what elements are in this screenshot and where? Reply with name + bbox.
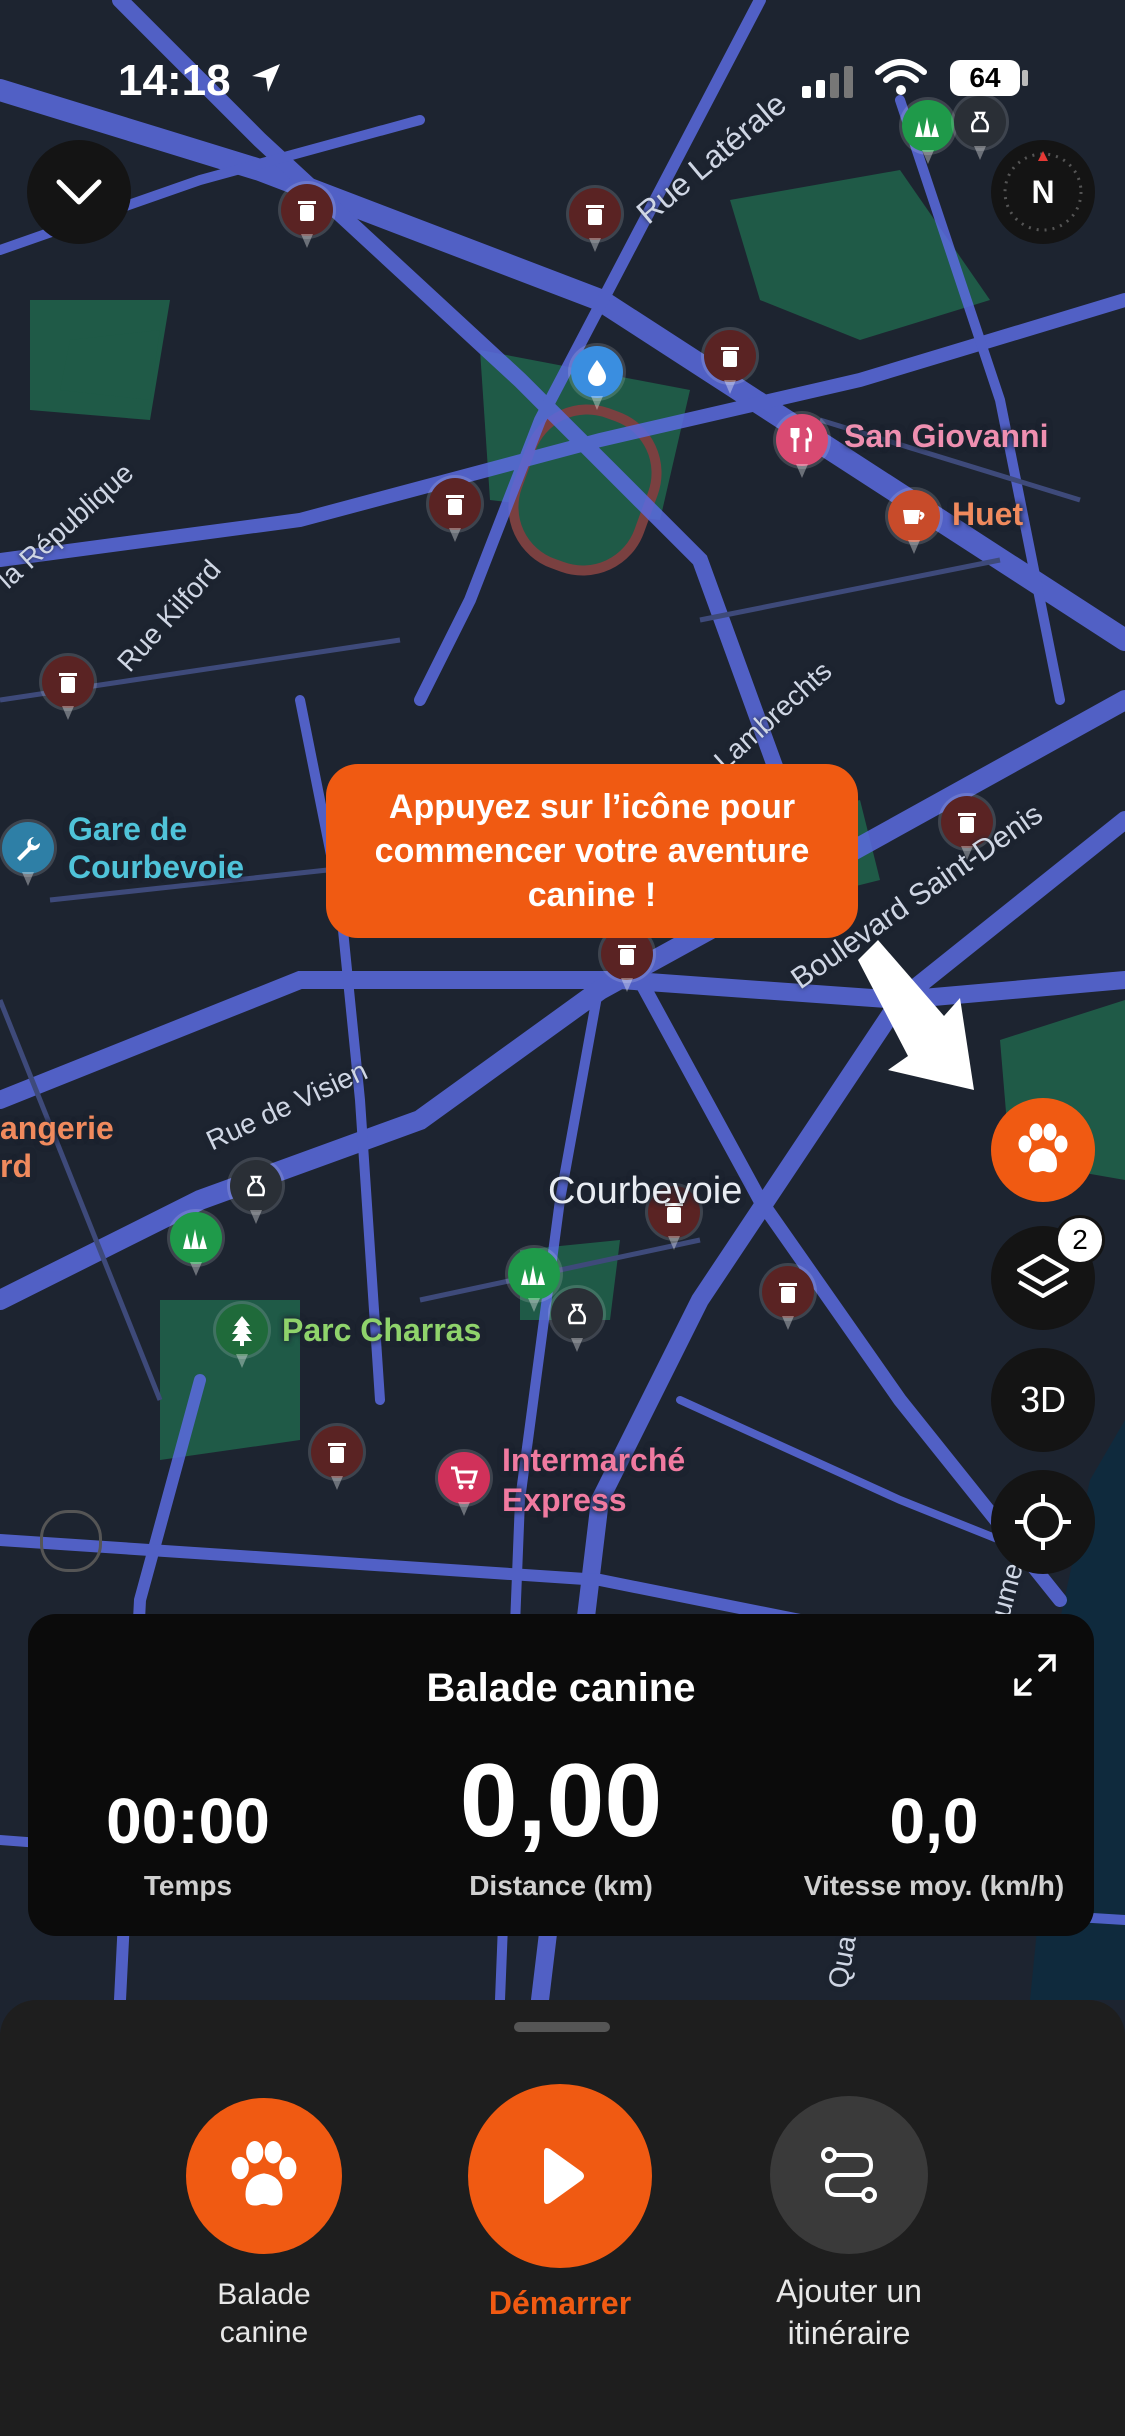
map-info-button[interactable] (40, 1510, 102, 1572)
waste-bag-poi[interactable] (230, 1160, 282, 1224)
trash-icon (721, 347, 739, 367)
grass-poi[interactable] (508, 1248, 560, 1312)
trash-icon (586, 205, 604, 225)
bottom-sheet: Balade canine Démarrer Ajouter un itinér… (0, 2000, 1125, 2436)
walk-card-title: Balade canine (426, 1666, 696, 1710)
poi-label-huet[interactable]: Huet (952, 496, 1023, 533)
add-route-button[interactable] (770, 2096, 928, 2254)
speed-value: 0,0 (889, 1785, 979, 1857)
speed-label: Vitesse moy. (km/h) (803, 1870, 1065, 1901)
dog-walk-mode-button[interactable] (186, 2098, 342, 2254)
tree-icon (232, 1316, 252, 1346)
fork-knife-icon (790, 426, 813, 452)
trash-icon (958, 813, 976, 833)
service-poi[interactable] (2, 822, 54, 886)
poi-label-rd[interactable]: rd (0, 1148, 32, 1185)
onboarding-tooltip: Appuyez sur l’icône pour commencer votre… (326, 764, 858, 938)
trash-poi[interactable] (311, 1426, 363, 1490)
trash-poi[interactable] (429, 478, 481, 542)
coffee-cup-icon (903, 510, 925, 524)
chevron-down-icon (56, 179, 102, 205)
shop-poi[interactable] (438, 1452, 490, 1516)
poi-label-san-giovanni[interactable]: San Giovanni (844, 418, 1048, 455)
3d-view-label: 3D (1019, 1379, 1067, 1420)
wifi-icon (875, 59, 927, 95)
battery-level: 64 (969, 62, 1001, 93)
cafe-poi[interactable] (888, 490, 940, 554)
battery-indicator: 64 (950, 60, 1020, 96)
trash-icon (779, 1283, 797, 1303)
trash-icon (59, 673, 77, 693)
trash-poi[interactable] (281, 184, 333, 248)
layers-count: 2 (1072, 1224, 1088, 1255)
distance-value: 0,00 (459, 1743, 663, 1859)
paw-icon (1018, 1123, 1068, 1173)
locate-me-button[interactable] (991, 1470, 1095, 1574)
distance-label: Distance (km) (469, 1870, 653, 1901)
trash-icon (446, 495, 464, 515)
tooltip-text: Appuyez sur l’icône pour commencer votre… (374, 788, 810, 914)
layers-icon (1017, 1254, 1069, 1298)
walk-stats-card: Balade canine 00:00 Temps 0,00 Distance … (28, 1614, 1094, 1936)
grass-icon (521, 1265, 545, 1285)
start-label[interactable]: Démarrer (440, 2284, 680, 2322)
3d-view-button[interactable]: 3D (991, 1348, 1095, 1452)
poi-label-gare-de-courbevoie[interactable]: Gare de Courbevoie (68, 810, 268, 886)
dog-walk-map-button[interactable] (991, 1098, 1095, 1202)
grass-icon (915, 117, 939, 137)
trash-poi[interactable] (704, 330, 756, 394)
trash-icon (618, 945, 636, 965)
place-label-courbevoie: Courbevoie (548, 1170, 743, 1212)
collapse-button[interactable] (27, 140, 131, 244)
bag-icon (246, 1175, 266, 1197)
trash-poi[interactable] (42, 656, 94, 720)
trash-icon (328, 1443, 346, 1463)
battery-cap (1022, 70, 1028, 86)
bag-icon (567, 1303, 587, 1325)
route-icon (821, 2147, 877, 2203)
park-poi[interactable] (216, 1304, 268, 1368)
poi-label-angerie[interactable]: angerie (0, 1110, 114, 1147)
poi-label-intermarche-express[interactable]: Intermarché Express (502, 1440, 722, 1520)
dog-walk-mode-label: Balade canine (217, 2278, 311, 2349)
crosshair-icon (1015, 1494, 1071, 1550)
paw-icon (231, 2140, 297, 2206)
restaurant-poi[interactable] (776, 414, 828, 478)
waste-bag-poi[interactable] (954, 96, 1006, 160)
time-value: 00:00 (106, 1785, 270, 1857)
poi-label-parc-charras[interactable]: Parc Charras (282, 1312, 481, 1349)
add-route-label: Ajouter un itinéraire (776, 2273, 922, 2351)
status-time: 14:18 (118, 56, 231, 105)
bag-icon (970, 111, 990, 133)
compass-letter: N (1031, 173, 1055, 210)
time-label: Temps (143, 1870, 233, 1901)
arrow-pointer-icon (858, 940, 974, 1090)
location-arrow-icon (252, 64, 280, 92)
grass-poi[interactable] (902, 100, 954, 164)
start-button[interactable] (468, 2084, 652, 2268)
waste-bag-poi[interactable] (551, 1288, 603, 1352)
trash-poi[interactable] (569, 188, 621, 252)
compass-button[interactable]: N (991, 140, 1095, 244)
signal-icon (802, 66, 853, 98)
water-poi[interactable] (571, 346, 623, 410)
sheet-drag-handle[interactable] (514, 2022, 610, 2032)
grass-poi[interactable] (170, 1212, 222, 1276)
trash-icon (298, 201, 316, 221)
expand-icon[interactable] (1010, 1650, 1060, 1700)
grass-icon (183, 1229, 207, 1249)
water-drop-icon (588, 360, 606, 386)
play-icon (544, 2148, 584, 2204)
wrench-icon (17, 837, 41, 861)
layers-count-badge: 2 (1058, 1218, 1102, 1262)
shopping-cart-icon (451, 1466, 479, 1490)
trash-poi[interactable] (762, 1266, 814, 1330)
